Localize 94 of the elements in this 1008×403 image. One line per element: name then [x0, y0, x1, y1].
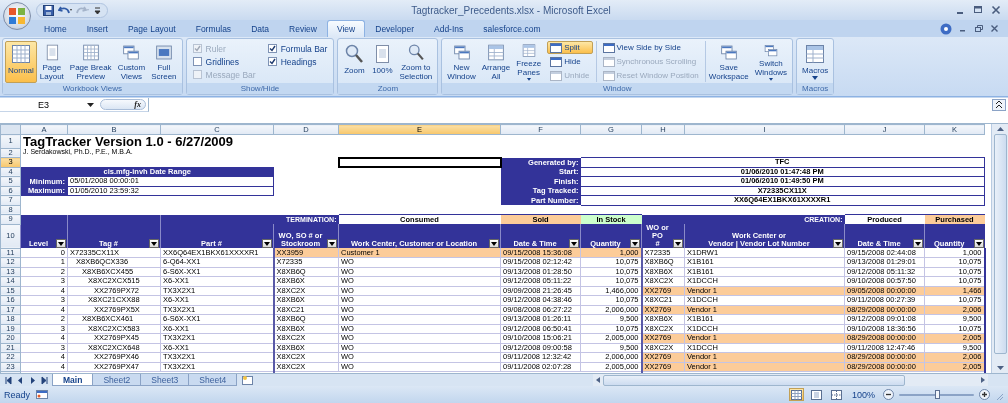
ribbon-tab[interactable]: Formulas — [185, 20, 242, 37]
checkbox-label: Message Bar — [205, 69, 256, 80]
window-icon — [550, 42, 563, 53]
checkbox[interactable] — [192, 57, 202, 66]
vertical-scrollbar[interactable] — [991, 124, 1008, 373]
filter-dropdown-button[interactable] — [262, 239, 272, 248]
ribbon-button[interactable]: Zoom — [340, 41, 369, 83]
ribbon-tab[interactable]: Developer — [365, 20, 424, 37]
view-button[interactable] — [788, 388, 804, 401]
checkbox[interactable] — [267, 57, 277, 66]
sheet-tab[interactable]: Sheet4 — [188, 374, 238, 386]
resize-grip-icon[interactable] — [995, 392, 1004, 401]
ribbon-button[interactable]: Split — [547, 41, 593, 54]
window-icon — [550, 70, 563, 81]
ribbon-button[interactable]: Zoom to Selection — [396, 41, 436, 83]
window-icon — [602, 56, 615, 67]
caret-icon — [87, 102, 94, 107]
window-icon — [550, 56, 563, 67]
restore-icon[interactable] — [973, 23, 984, 34]
undo-icon[interactable] — [58, 4, 72, 16]
group-label: Workbook Views — [3, 83, 182, 94]
first-sheet-icon[interactable] — [4, 375, 13, 385]
previous-sheet-icon[interactable] — [16, 375, 25, 385]
ribbon-tab[interactable]: Insert — [76, 20, 118, 37]
checkbox-label: Formula Bar — [280, 43, 328, 54]
ribbon-button[interactable]: Custom Views — [114, 41, 149, 83]
checkbox-label: Headings — [280, 56, 317, 67]
insert-sheet-icon[interactable] — [241, 375, 256, 385]
sheet-tab[interactable]: Sheet2 — [92, 374, 142, 386]
group-label: Macros — [797, 83, 834, 94]
ribbon-button[interactable]: New Window — [444, 41, 479, 83]
panes-icon — [485, 43, 507, 62]
panes-icon — [804, 43, 827, 65]
horizontal-scrollbar[interactable] — [593, 374, 988, 386]
zoom-level[interactable]: 100% — [851, 389, 875, 400]
ribbon-button[interactable]: Switch Windows — [751, 41, 791, 83]
ribbon-button[interactable]: Page Layout — [36, 41, 67, 83]
view-button[interactable] — [808, 388, 824, 401]
ribbon-button[interactable]: Save Workspace — [705, 41, 752, 83]
next-sheet-icon[interactable] — [28, 375, 37, 385]
group-label: Show/Hide — [186, 83, 334, 94]
ribbon-button[interactable]: Hide — [547, 55, 593, 68]
ribbon-button[interactable]: View Side by Side — [599, 41, 702, 54]
ribbon-button[interactable]: Normal — [5, 41, 37, 83]
sheet-tab[interactable]: Sheet3 — [140, 374, 190, 386]
ribbon-button[interactable]: Freeze Panes — [513, 41, 545, 83]
sheet-title: TagTracker Version 1.0 - 6/27/2009 — [20, 134, 985, 148]
status-text: Ready — [4, 389, 30, 400]
filter-dropdown-button[interactable] — [149, 239, 159, 248]
filter-dropdown-button[interactable] — [973, 239, 984, 248]
view-button[interactable] — [828, 388, 844, 401]
logo — [8, 7, 26, 25]
filter-dropdown-button[interactable] — [673, 239, 683, 248]
close-icon[interactable] — [989, 23, 1000, 34]
insert-function-button[interactable]: fx — [100, 99, 146, 110]
ribbon-button[interactable]: Macros — [799, 41, 832, 83]
window-title: Tagtracker_Precedents.xlsx - Microsoft Excel — [410, 4, 612, 16]
ribbon-button[interactable]: Full Screen — [148, 41, 180, 83]
ribbon-button[interactable]: 100% — [368, 41, 397, 83]
checkbox-label: Gridlines — [205, 56, 240, 67]
customize-caret-icon[interactable] — [94, 5, 101, 15]
ribbon-button[interactable]: Arrange All — [478, 41, 514, 83]
magnifier-icon — [343, 43, 366, 65]
save-icon[interactable] — [43, 4, 54, 16]
record-macro-icon[interactable] — [35, 389, 49, 400]
collapse-icon[interactable] — [992, 99, 1006, 111]
close-icon[interactable] — [990, 5, 1002, 15]
ribbon-tab[interactable]: salesforce.com — [473, 20, 551, 37]
ribbon-button[interactable]: Page Break Preview — [66, 41, 115, 83]
sheet-tab[interactable]: Main — [52, 374, 94, 386]
group-label: Zoom — [338, 83, 438, 94]
ribbon-tab[interactable]: Review — [279, 20, 327, 37]
last-sheet-icon[interactable] — [40, 375, 49, 385]
ribbon-tab[interactable]: Page Layout — [117, 20, 186, 37]
window-icon — [602, 42, 615, 53]
checkbox-label: Ruler — [205, 43, 226, 54]
group-label: Window — [442, 83, 793, 94]
filter-dropdown-button[interactable] — [913, 239, 923, 248]
maximize-icon[interactable] — [972, 5, 984, 15]
window-icon — [602, 70, 615, 81]
name-box[interactable]: E3 — [0, 98, 98, 111]
checkbox[interactable] — [267, 44, 277, 53]
filter-dropdown-button[interactable] — [56, 239, 66, 248]
ribbon-tab[interactable]: Data — [241, 20, 280, 37]
ribbon-tab[interactable]: View — [326, 20, 366, 37]
ribbon-tab[interactable]: Home — [34, 20, 77, 37]
grid-icon — [9, 43, 32, 65]
filter-dropdown-button[interactable] — [833, 239, 843, 248]
ribbon-tab[interactable]: Add-Ins — [424, 20, 474, 37]
zoom-out-icon[interactable] — [883, 389, 894, 400]
help-icon[interactable] — [940, 22, 952, 35]
zoom-slider[interactable] — [899, 393, 974, 396]
zoom-in-icon[interactable] — [979, 389, 990, 400]
slider-thumb[interactable] — [934, 389, 940, 399]
